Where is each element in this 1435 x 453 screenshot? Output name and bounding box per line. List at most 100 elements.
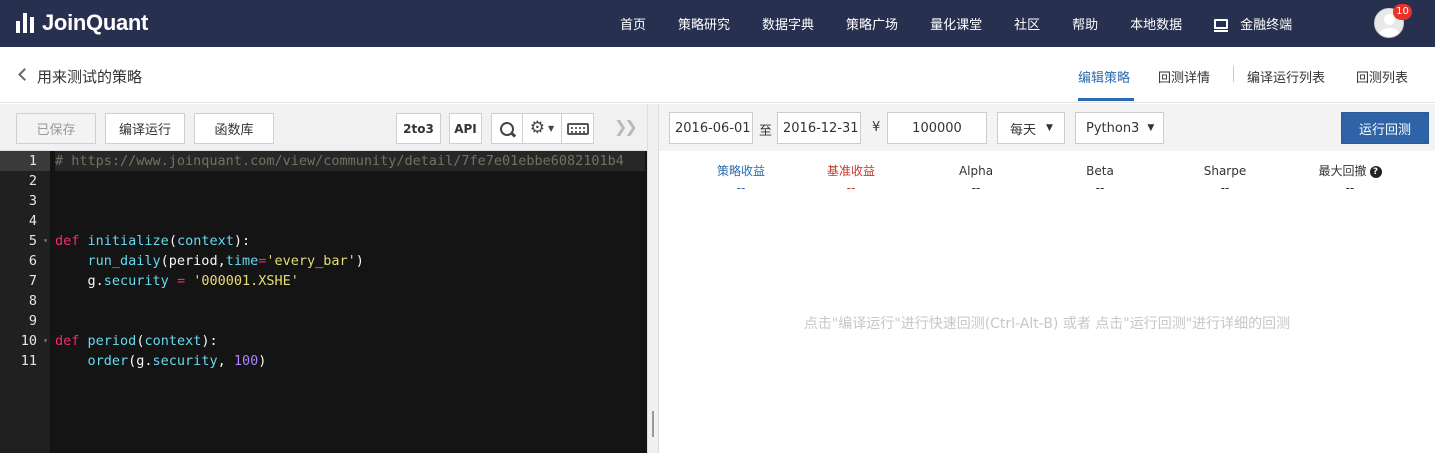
code-area[interactable]: # https://www.joinquant.com/view/communi… <box>55 151 645 371</box>
tab-compile-run-list[interactable]: 编译运行列表 <box>1247 67 1325 86</box>
nav-item-help[interactable]: 帮助 <box>1072 14 1098 33</box>
saved-button[interactable]: 已保存 <box>16 113 96 144</box>
nav-item-terminal[interactable]: 金融终端 <box>1214 14 1292 33</box>
metric-label: Sharpe <box>1203 164 1247 178</box>
tab-edit-strategy[interactable]: 编辑策略 <box>1078 67 1130 86</box>
run-backtest-button[interactable]: 运行回测 <box>1341 112 1429 144</box>
code-line[interactable]: run_daily(period,time='every_bar') <box>55 251 645 271</box>
nav-item-home[interactable]: 首页 <box>620 14 646 33</box>
metric-value: -- <box>1095 181 1105 195</box>
code-token: ): <box>233 233 251 249</box>
line-number-text: 9 <box>28 313 37 329</box>
code-line[interactable]: order(g.security, 100) <box>55 351 645 371</box>
python-version-select[interactable]: Python3 ▼ <box>1075 112 1164 144</box>
start-date-input[interactable]: 2016-06-01 <box>669 112 753 144</box>
settings-button[interactable]: ⚙ ▼ <box>522 113 562 144</box>
code-line[interactable]: def initialize(context): <box>55 231 645 251</box>
line-number: 5 ▾ <box>0 231 50 251</box>
gear-icon: ⚙ <box>529 118 546 138</box>
code-token: context <box>144 333 202 349</box>
editor-toolbar: 已保存 编译运行 函数库 2to3 API ⚙ ▼ <box>0 104 647 151</box>
date-separator: 至 <box>759 124 773 139</box>
metric-label: 策略收益 <box>716 164 765 178</box>
search-button[interactable] <box>491 113 523 144</box>
active-tab-underline <box>1078 98 1134 101</box>
code-token: # https://www.joinquant.com/view/communi… <box>55 153 624 169</box>
title-bar: 用来测试的策略 编辑策略 回测详情 编译运行列表 回测列表 <box>0 47 1435 103</box>
question-icon[interactable]: ? <box>1369 166 1382 178</box>
metric-value: -- <box>1220 181 1230 195</box>
code-line[interactable] <box>55 291 645 311</box>
2to3-button[interactable]: 2to3 <box>396 113 441 144</box>
double-chevron-right-icon[interactable]: ❯❯ <box>614 117 638 136</box>
line-number: 7 <box>0 271 50 291</box>
empty-state-hint: 点击"编译运行"进行快速回测(Ctrl-Alt-B) 或者 点击"运行回测"进行… <box>803 316 1291 332</box>
frequency-select[interactable]: 每天 ▼ <box>997 112 1065 144</box>
line-number: 10 ▾ <box>0 331 50 351</box>
code-token: ): <box>201 333 218 349</box>
metric-label: 基准收益 <box>826 164 875 178</box>
nav-item-local-data[interactable]: 本地数据 <box>1130 14 1182 33</box>
end-date-input[interactable]: 2016-12-31 <box>777 112 861 144</box>
python-version-value: Python3 <box>1086 120 1140 136</box>
line-number-text: 5 <box>28 233 37 249</box>
line-number: 2 <box>0 171 50 191</box>
line-number: 6 <box>0 251 50 271</box>
code-token: context <box>176 233 234 249</box>
drag-handle-icon[interactable] <box>652 411 654 437</box>
logo-text: JoinQuant <box>42 10 149 35</box>
metric-value: -- <box>736 181 746 195</box>
code-token: 100 <box>233 353 259 369</box>
line-number-text: 6 <box>28 253 37 269</box>
code-line[interactable]: def period(context): <box>55 331 645 351</box>
nav-item-strategy-square[interactable]: 策略广场 <box>846 14 898 33</box>
fold-icon[interactable]: ▾ <box>43 331 48 351</box>
nav-item-community[interactable]: 社区 <box>1014 14 1040 33</box>
keyboard-button[interactable] <box>561 113 594 144</box>
api-button[interactable]: API <box>449 113 482 144</box>
keyboard-icon <box>566 122 589 135</box>
line-number: 9 <box>0 311 50 331</box>
function-library-button[interactable]: 函数库 <box>194 113 274 144</box>
code-line[interactable]: # https://www.joinquant.com/view/communi… <box>55 151 645 171</box>
code-token: = <box>176 273 186 289</box>
code-token: security <box>103 273 169 289</box>
fold-icon[interactable]: ▾ <box>43 231 48 251</box>
metric-label: Beta <box>1086 164 1114 178</box>
metric-value: -- <box>1345 181 1355 195</box>
line-number-text: 11 <box>20 353 37 369</box>
chevron-left-icon[interactable] <box>18 68 31 81</box>
tab-backtest-list[interactable]: 回测列表 <box>1356 67 1408 86</box>
code-line[interactable] <box>55 211 645 231</box>
code-line[interactable] <box>55 171 645 191</box>
metric-value: -- <box>846 181 856 195</box>
code-token: period <box>87 333 137 349</box>
notification-badge[interactable]: 10 <box>1393 4 1412 20</box>
monitor-icon <box>1214 18 1229 32</box>
tab-backtest-detail[interactable]: 回测详情 <box>1158 67 1210 86</box>
line-number-text: 1 <box>28 153 37 169</box>
code-token: (period, <box>160 253 226 269</box>
code-editor[interactable]: 1 2 3 4 5 ▾ 6 7 8 9 10 ▾ 11 # https://www.joinquant.… <box>0 151 647 453</box>
nav-item-research[interactable]: 策略研究 <box>678 14 730 33</box>
backtest-toolbar: 2016-06-01 至 2016-12-31 ¥ 100000 每天 ▼ Pyt… <box>659 104 1435 151</box>
compile-run-button[interactable]: 编译运行 <box>105 113 185 144</box>
capital-input[interactable]: 100000 <box>887 112 987 144</box>
panel-splitter[interactable] <box>647 104 659 453</box>
logo[interactable]: JoinQuant <box>16 10 148 36</box>
line-number: 1 <box>0 151 50 171</box>
nav-item-data-dictionary[interactable]: 数据字典 <box>762 14 814 33</box>
metric-sharpe: Sharpe -- <box>1165 164 1285 195</box>
code-token: initialize <box>87 233 169 249</box>
code-line[interactable] <box>55 191 645 211</box>
code-token: ) <box>355 253 364 269</box>
code-line[interactable]: g.security = '000001.XSHE' <box>55 271 645 291</box>
nav-item-quant-class[interactable]: 量化课堂 <box>930 14 982 33</box>
code-line[interactable] <box>55 311 645 331</box>
line-number-text: 7 <box>28 273 37 289</box>
